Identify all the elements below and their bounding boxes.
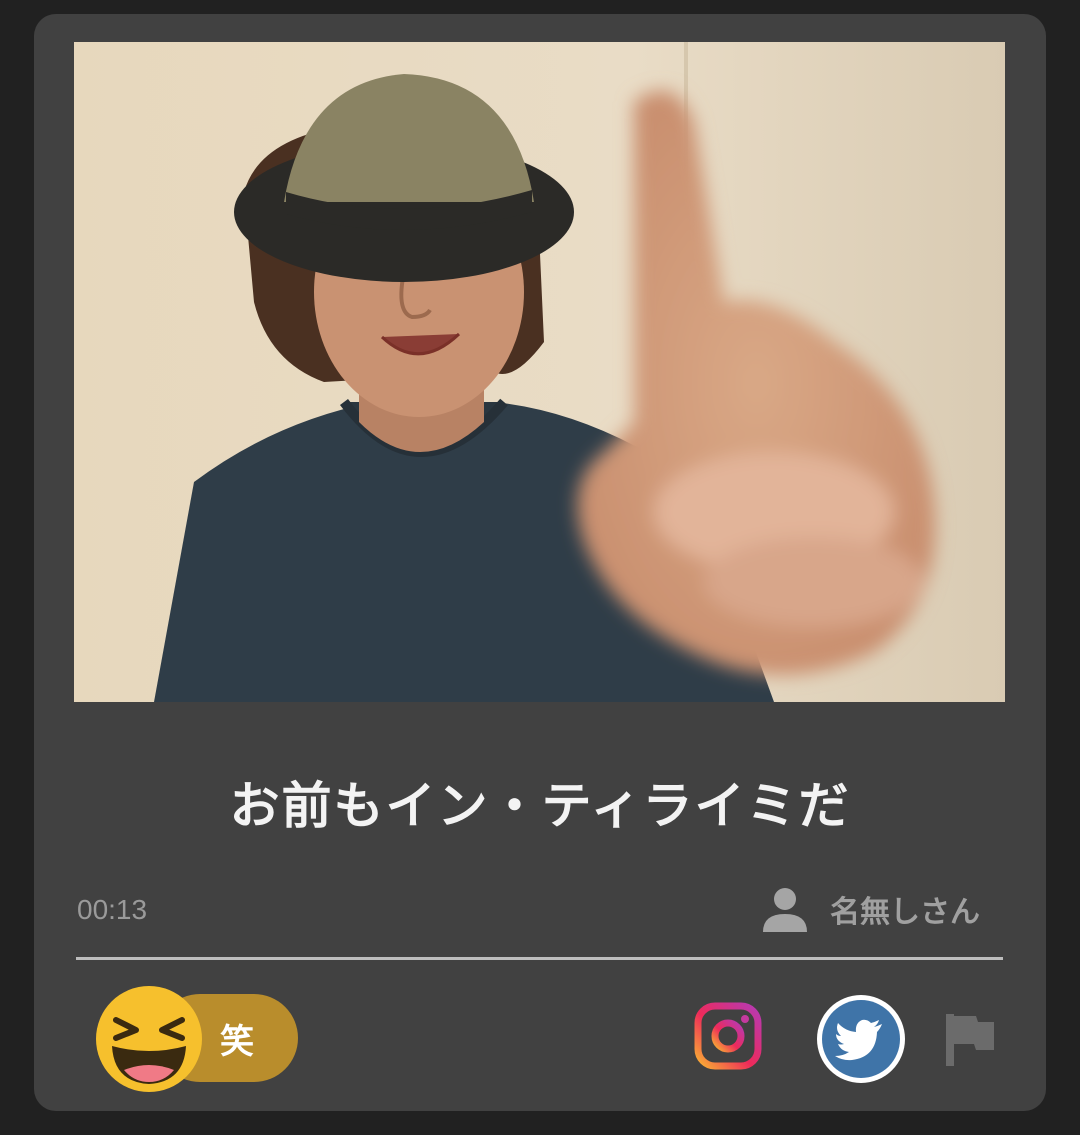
post-time: 00:13	[77, 894, 148, 925]
flag-icon[interactable]	[944, 1012, 996, 1068]
post-card: お前もイン・ティライミだ 00:13 名無しさん 笑	[34, 14, 1046, 1111]
author-name: 名無しさん	[830, 895, 980, 930]
twitter-icon[interactable]	[816, 994, 906, 1084]
post-author: 名無しさん	[762, 886, 980, 932]
laugh-reaction-button[interactable]: 笑	[96, 986, 298, 1092]
reaction-label: 笑	[220, 1022, 254, 1062]
post-caption: お前もイン・ティライミだ	[229, 777, 851, 835]
instagram-icon[interactable]	[694, 1002, 762, 1070]
divider	[76, 957, 1003, 960]
post-photo[interactable]	[74, 42, 1005, 702]
laughing-emoji-icon	[96, 986, 202, 1092]
user-icon	[763, 888, 807, 932]
